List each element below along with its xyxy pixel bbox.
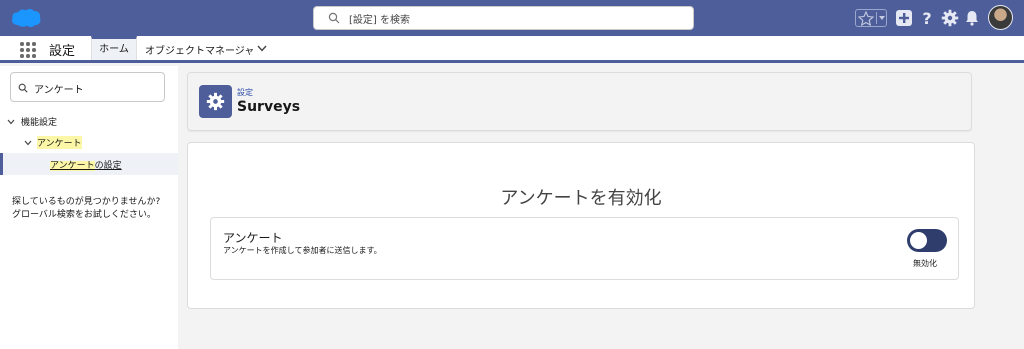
tree-item-feature-settings[interactable]: 機能設定 — [21, 115, 57, 128]
sidebar-help-text: 探しているものが見つかりませんか? グローバル検索をお試しください。 — [12, 197, 161, 220]
chevron-down-icon[interactable] — [7, 119, 15, 125]
survey-setting-row: アンケート アンケートを作成して参加者に送信します。 無効化 — [210, 217, 959, 280]
favorites-group[interactable] — [855, 9, 887, 27]
nav-bar: 設定 ホーム オブジェクトマネージャ — [0, 36, 1024, 63]
setting-name: アンケート — [223, 231, 283, 245]
help-icon[interactable]: ? — [918, 9, 936, 27]
global-search-input[interactable]: [設定] を検索 — [313, 6, 694, 30]
tree-item-surveys[interactable]: アンケート — [37, 136, 82, 149]
chevron-down-icon[interactable] — [878, 15, 886, 21]
global-header: [設定] を検索 ? — [0, 0, 1024, 36]
chevron-down-icon[interactable] — [257, 45, 267, 52]
user-avatar[interactable] — [988, 5, 1013, 30]
app-name: 設定 — [49, 44, 76, 59]
setup-gear-icon — [199, 85, 232, 118]
page-title: Surveys — [237, 99, 301, 115]
toggle-state-label: 無効化 — [913, 259, 937, 268]
search-icon — [18, 83, 28, 93]
gear-icon[interactable] — [941, 9, 959, 27]
setting-description: アンケートを作成して参加者に送信します。 — [223, 246, 382, 255]
setup-sidebar: アンケート 機能設定 アンケート アンケートの設定 探しているものが見つかりませ… — [0, 66, 178, 349]
search-icon — [328, 12, 340, 24]
favorites-divider — [876, 12, 877, 24]
tree-item-survey-settings[interactable]: アンケートの設定 — [0, 153, 178, 175]
page-header: 設定 Surveys — [187, 72, 972, 131]
salesforce-logo-icon[interactable] — [10, 6, 42, 30]
app-launcher-icon[interactable] — [20, 42, 36, 58]
svg-text:?: ? — [922, 9, 931, 27]
tab-home[interactable]: ホーム — [91, 36, 137, 60]
enable-surveys-card: アンケートを有効化 アンケート アンケートを作成して参加者に送信します。 無効化 — [187, 142, 975, 309]
quick-find-value: アンケート — [34, 85, 84, 96]
card-title: アンケートを有効化 — [500, 188, 662, 209]
tab-object-manager[interactable]: オブジェクトマネージャ — [145, 42, 254, 57]
breadcrumb[interactable]: 設定 — [237, 87, 253, 98]
tree-item-survey-settings-label: アンケートの設定 — [50, 161, 122, 171]
chevron-down-icon[interactable] — [24, 140, 32, 146]
toggle-knob — [910, 232, 927, 249]
add-icon[interactable] — [895, 9, 913, 27]
enable-surveys-toggle[interactable] — [907, 229, 947, 252]
star-icon[interactable] — [857, 10, 875, 26]
quick-find-input[interactable]: アンケート — [10, 72, 165, 102]
notification-bell-icon[interactable] — [963, 9, 981, 27]
global-search-placeholder: [設定] を検索 — [349, 15, 410, 26]
